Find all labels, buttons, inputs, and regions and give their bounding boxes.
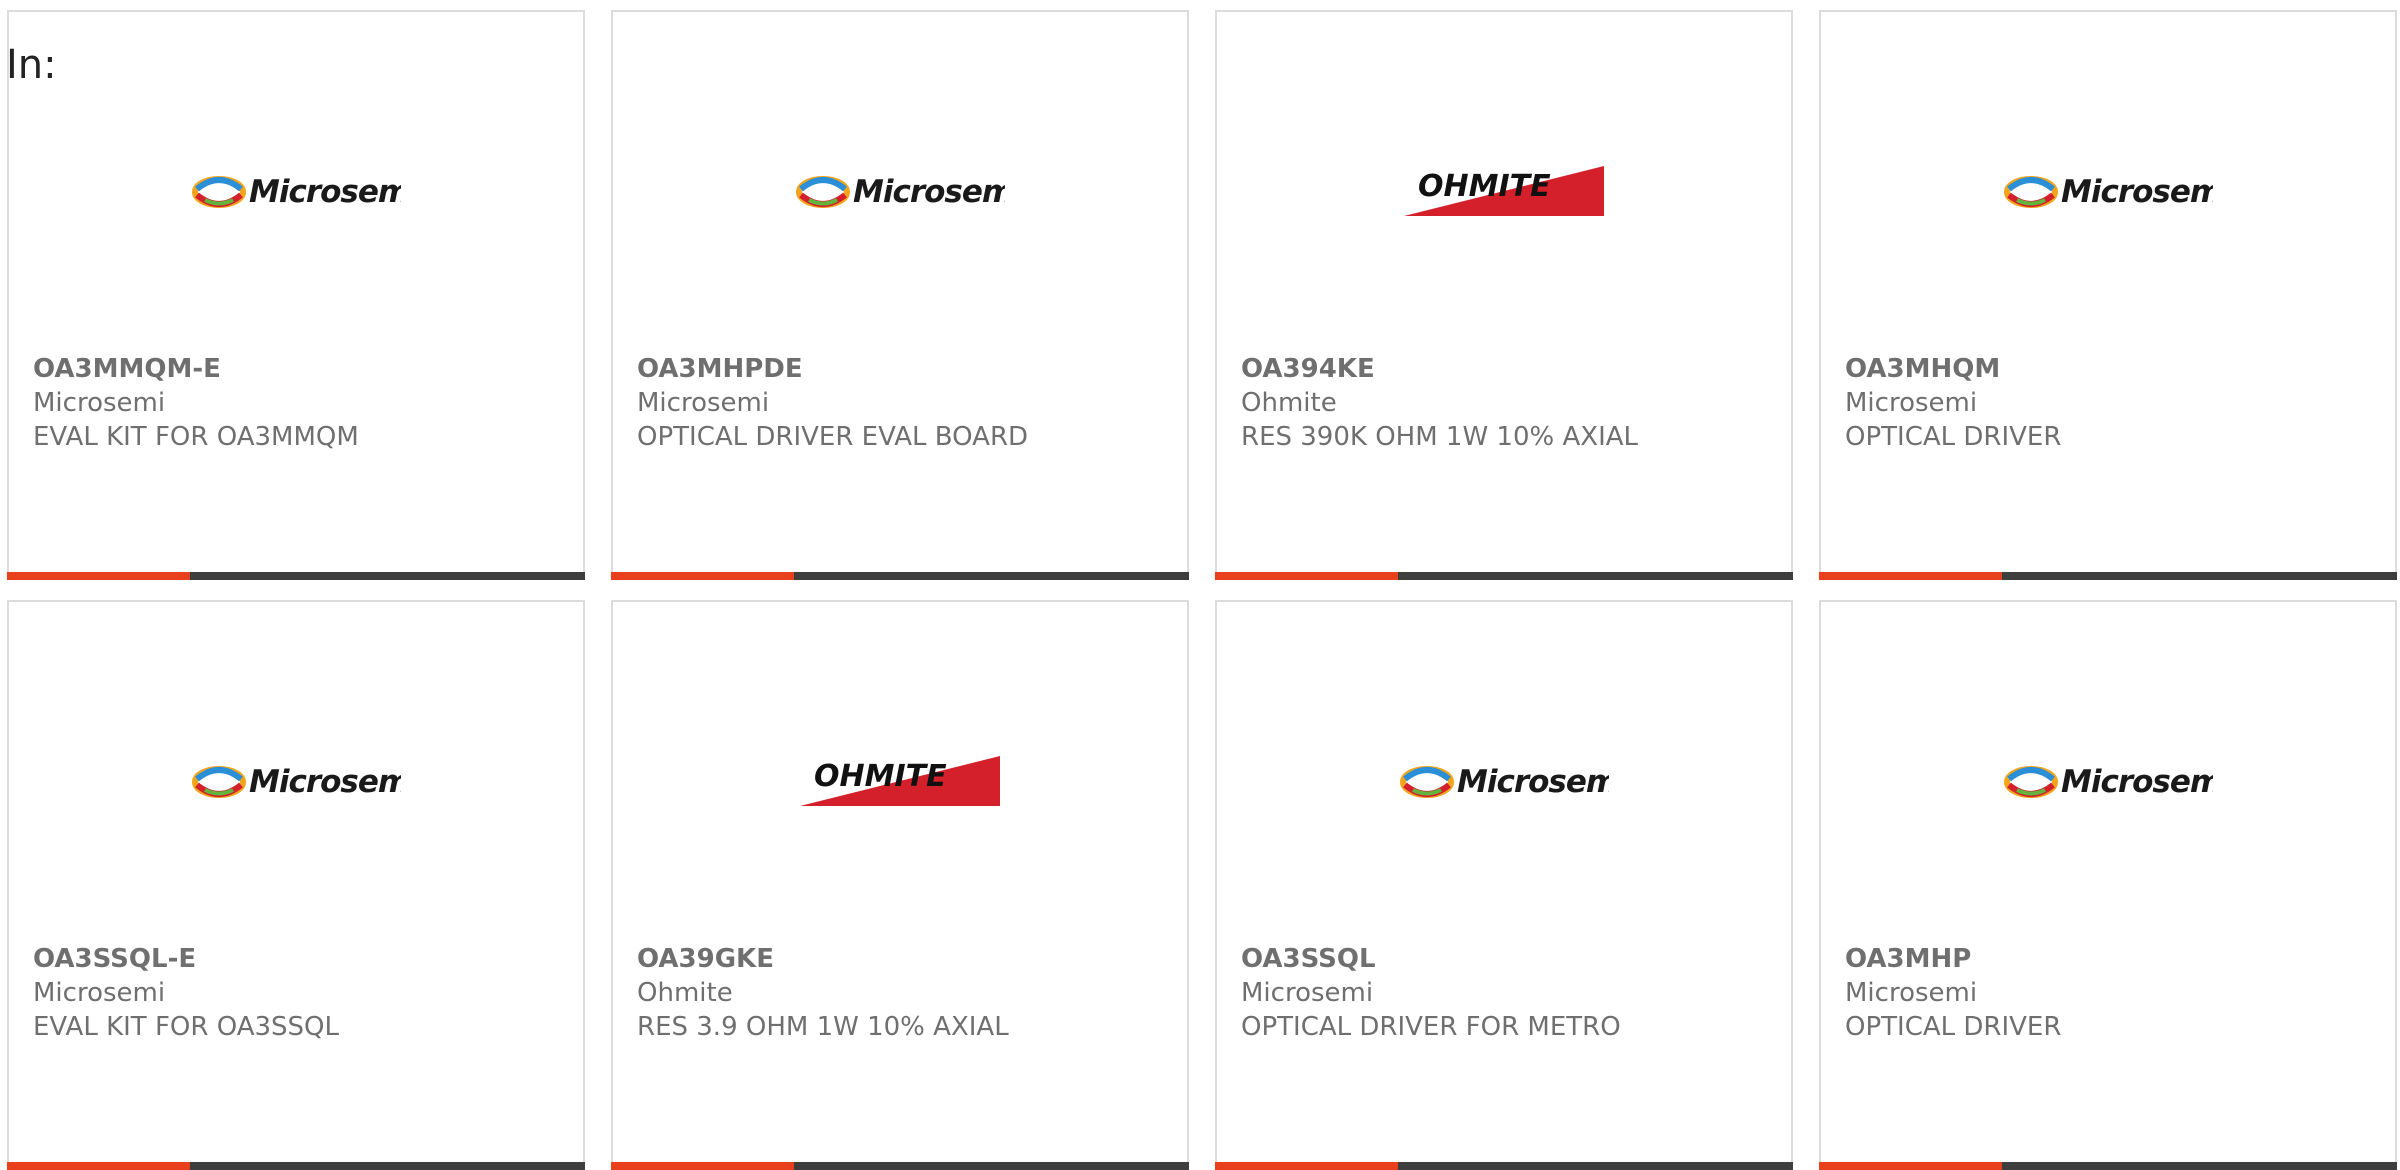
svg-text:Microsemi: Microsemi (853, 174, 1005, 210)
manufacturer-logo: OHMITE (1217, 152, 1791, 232)
manufacturer-name: Ohmite (637, 978, 733, 1008)
product-card[interactable]: Microsemi OA3MHP Microsemi OPTICAL DRIVE… (1819, 600, 2397, 1170)
manufacturer-logo: Microsemi (1821, 152, 2395, 232)
microsemi-logo-icon: Microsemi (192, 764, 401, 800)
product-description: OPTICAL DRIVER FOR METRO (1241, 1012, 1621, 1042)
card-footer-bar (1819, 572, 2397, 580)
part-number[interactable]: OA394KE (1241, 352, 1775, 386)
manufacturer-logo: Microsemi (1217, 742, 1791, 822)
manufacturer-name: Microsemi (1845, 978, 1978, 1008)
product-description: RES 3.9 OHM 1W 10% AXIAL (637, 1012, 1009, 1042)
manufacturer-name: Ohmite (1241, 388, 1337, 418)
manufacturer-name: Microsemi (637, 388, 770, 418)
microsemi-logo-icon: Microsemi (2004, 764, 2213, 800)
product-card[interactable]: OHMITE OA39GKE Ohmite RES 3.9 OHM 1W 10%… (611, 600, 1189, 1170)
card-footer-bar (611, 1162, 1189, 1170)
part-number[interactable]: OA3SSQL-E (33, 942, 567, 976)
product-card[interactable]: OHMITE OA394KE Ohmite RES 390K OHM 1W 10… (1215, 10, 1793, 580)
svg-text:Microsemi: Microsemi (249, 764, 401, 800)
svg-text:Microsemi: Microsemi (1457, 764, 1609, 800)
product-description: EVAL KIT FOR OA3SSQL (33, 1012, 339, 1042)
part-number[interactable]: OA3MHP (1845, 942, 2379, 976)
manufacturer-logo: Microsemi (1821, 742, 2395, 822)
manufacturer-name: Microsemi (1241, 978, 1374, 1008)
product-description: OPTICAL DRIVER (1845, 422, 2062, 452)
manufacturer-name: Microsemi (1845, 388, 1978, 418)
card-footer-bar (1819, 1162, 2397, 1170)
manufacturer-name: Microsemi (33, 388, 166, 418)
product-description: OPTICAL DRIVER EVAL BOARD (637, 422, 1029, 452)
part-number[interactable]: OA3SSQL (1241, 942, 1775, 976)
svg-text:Microsemi: Microsemi (249, 174, 401, 210)
product-card[interactable]: Microsemi OA3MMQM-E Microsemi EVAL KIT F… (7, 10, 585, 580)
card-footer-bar (1215, 572, 1793, 580)
card-footer-bar (7, 572, 585, 580)
product-description: OPTICAL DRIVER (1845, 1012, 2062, 1042)
svg-text:Microsemi: Microsemi (2061, 764, 2213, 800)
svg-text:Microsemi: Microsemi (2061, 174, 2213, 210)
microsemi-logo-icon: Microsemi (192, 174, 401, 210)
part-number[interactable]: OA3MMQM-E (33, 352, 567, 386)
svg-text:OHMITE: OHMITE (814, 759, 947, 794)
part-number[interactable]: OA3MHPDE (637, 352, 1171, 386)
product-card[interactable]: Microsemi OA3SSQL-E Microsemi EVAL KIT F… (7, 600, 585, 1170)
microsemi-logo-icon: Microsemi (2004, 174, 2213, 210)
ohmite-logo-icon: OHMITE (800, 756, 1000, 806)
card-footer-bar (611, 572, 1189, 580)
manufacturer-logo: OHMITE (613, 742, 1187, 822)
manufacturer-logo: Microsemi (9, 742, 583, 822)
manufacturer-name: Microsemi (33, 978, 166, 1008)
manufacturer-logo: Microsemi (9, 152, 583, 232)
product-description: RES 390K OHM 1W 10% AXIAL (1241, 422, 1639, 452)
svg-text:OHMITE: OHMITE (1418, 169, 1551, 204)
microsemi-logo-icon: Microsemi (796, 174, 1005, 210)
part-number[interactable]: OA39GKE (637, 942, 1171, 976)
manufacturer-logo: Microsemi (613, 152, 1187, 232)
product-description: EVAL KIT FOR OA3MMQM (33, 422, 359, 452)
product-card[interactable]: Microsemi OA3SSQL Microsemi OPTICAL DRIV… (1215, 600, 1793, 1170)
filter-label: In: (6, 42, 57, 88)
ohmite-logo-icon: OHMITE (1404, 166, 1604, 216)
card-footer-bar (7, 1162, 585, 1170)
part-number[interactable]: OA3MHQM (1845, 352, 2379, 386)
microsemi-logo-icon: Microsemi (1400, 764, 1609, 800)
card-footer-bar (1215, 1162, 1793, 1170)
product-card[interactable]: Microsemi OA3MHPDE Microsemi OPTICAL DRI… (611, 10, 1189, 580)
product-card[interactable]: Microsemi OA3MHQM Microsemi OPTICAL DRIV… (1819, 10, 2397, 580)
